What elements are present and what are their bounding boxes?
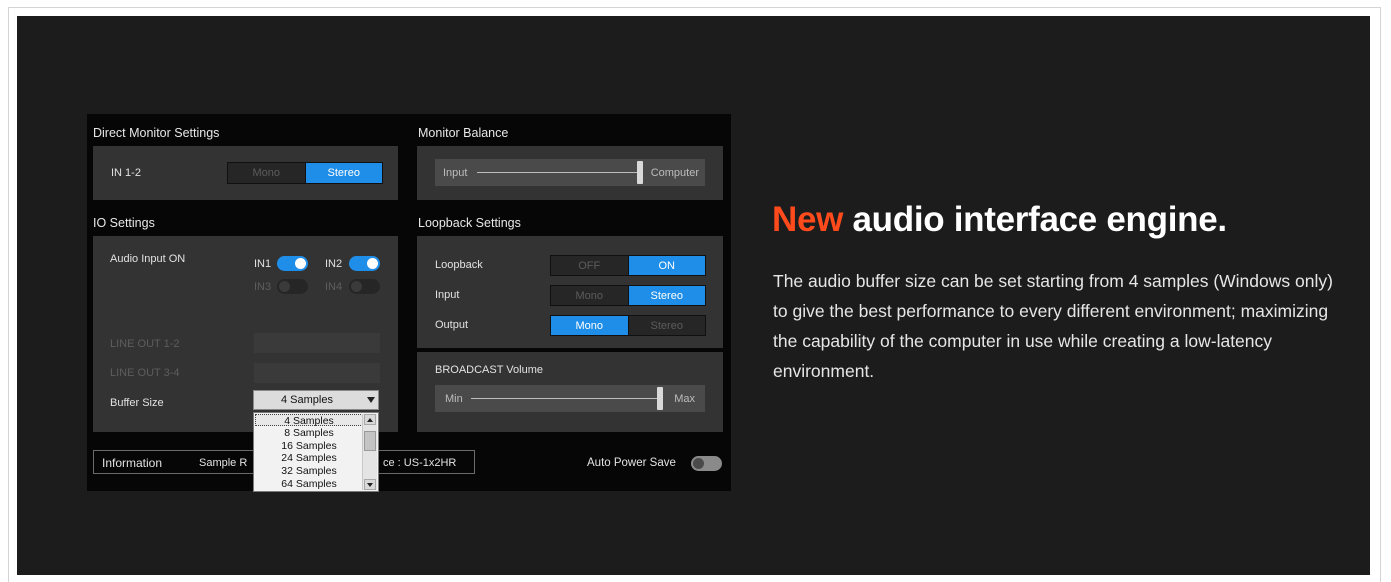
loopback-label: Loopback — [435, 259, 483, 271]
monitor-balance-title: Monitor Balance — [418, 126, 509, 140]
loopback-input-label: Input — [435, 289, 460, 301]
balance-knob[interactable] — [637, 161, 643, 184]
dropdown-scrollbar[interactable] — [362, 414, 377, 490]
buffer-option[interactable]: 16 Samples — [255, 440, 363, 452]
broadcast-knob[interactable] — [657, 387, 663, 410]
audio-input-on-label: Audio Input ON — [110, 253, 186, 265]
io-settings-title: IO Settings — [93, 216, 155, 230]
line-out-12-label: LINE OUT 1-2 — [110, 338, 180, 350]
buffer-option[interactable]: 64 Samples — [255, 478, 363, 490]
loopback-on-option[interactable]: ON — [627, 256, 705, 275]
auto-power-save-toggle[interactable] — [691, 456, 722, 471]
loopback-output-label: Output — [435, 319, 469, 331]
line-out-12-field — [254, 333, 380, 353]
loopback-input-toggle[interactable]: Mono Stereo — [550, 285, 706, 306]
balance-computer-label: Computer — [650, 166, 699, 179]
in2-toggle[interactable] — [349, 256, 380, 271]
broadcast-min-label: Min — [445, 392, 463, 405]
buffer-size-value: 4 Samples — [281, 394, 333, 406]
in1-toggle[interactable] — [277, 256, 308, 271]
auto-power-save-label: Auto Power Save — [587, 457, 676, 469]
scroll-down-icon[interactable] — [364, 479, 376, 490]
in3-label: IN3 — [254, 281, 272, 293]
in3-toggle — [277, 279, 308, 294]
mode-stereo-option[interactable]: Stereo — [304, 163, 382, 183]
monitor-balance-box: Input Computer — [417, 146, 723, 200]
balance-track — [477, 172, 641, 173]
loopback-off-option[interactable]: OFF — [551, 256, 628, 275]
in4-toggle — [349, 279, 380, 294]
loopback-settings-box: Loopback OFF ON Input Mono Stereo Output… — [417, 236, 723, 348]
loopback-settings-title: Loopback Settings — [418, 216, 521, 230]
line-out-34-field — [254, 363, 380, 383]
in1-label: IN1 — [254, 258, 272, 270]
information-label: Information — [102, 456, 163, 470]
broadcast-max-label: Max — [674, 392, 695, 405]
scroll-up-icon[interactable] — [364, 414, 376, 425]
device-text: ce : US-1x2HR — [383, 457, 457, 469]
buffer-option[interactable]: 32 Samples — [255, 465, 363, 477]
scroll-thumb[interactable] — [364, 431, 376, 451]
broadcast-track — [471, 398, 657, 399]
output-stereo-option[interactable]: Stereo — [627, 316, 705, 335]
buffer-option[interactable]: 8 Samples — [255, 427, 363, 439]
direct-monitor-box: IN 1-2 Mono Stereo — [93, 146, 398, 200]
direct-monitor-title: Direct Monitor Settings — [93, 126, 220, 140]
line-out-34-label: LINE OUT 3-4 — [110, 367, 180, 379]
buffer-size-dropdown-list[interactable]: 4 Samples 8 Samples 16 Samples 24 Sample… — [253, 412, 379, 492]
in12-label: IN 1-2 — [111, 167, 141, 179]
in4-label: IN4 — [325, 281, 343, 293]
buffer-size-label: Buffer Size — [110, 397, 164, 409]
monitor-balance-slider[interactable]: Input Computer — [435, 159, 705, 186]
buffer-option[interactable]: 24 Samples — [255, 452, 363, 464]
input-stereo-option[interactable]: Stereo — [627, 286, 705, 305]
headline-rest: audio interface engine. — [843, 200, 1228, 239]
body-copy: The audio buffer size can be set startin… — [773, 271, 1333, 381]
broadcast-volume-title: BROADCAST Volume — [435, 364, 544, 376]
broadcast-volume-slider[interactable]: Min Max — [435, 385, 705, 412]
headline: New audio interface engine. — [772, 200, 1227, 240]
loopback-toggle[interactable]: OFF ON — [550, 255, 706, 276]
sample-rate-text: Sample R — [199, 457, 248, 469]
input-mono-option[interactable]: Mono — [551, 286, 628, 305]
direct-monitor-mode-toggle[interactable]: Mono Stereo — [227, 162, 383, 184]
loopback-output-toggle[interactable]: Mono Stereo — [550, 315, 706, 336]
headline-accent: New — [772, 200, 844, 239]
buffer-size-select[interactable]: 4 Samples — [253, 390, 379, 410]
chevron-down-icon[interactable] — [367, 397, 375, 403]
output-mono-option[interactable]: Mono — [551, 316, 628, 335]
buffer-option[interactable]: 4 Samples — [255, 414, 363, 427]
in2-label: IN2 — [325, 258, 343, 270]
settings-panel: Direct Monitor Settings IN 1-2 Mono Ster… — [87, 114, 731, 492]
mode-mono-option[interactable]: Mono — [228, 163, 305, 183]
broadcast-volume-box: BROADCAST Volume Min Max — [417, 352, 723, 432]
balance-input-label: Input — [443, 166, 468, 179]
